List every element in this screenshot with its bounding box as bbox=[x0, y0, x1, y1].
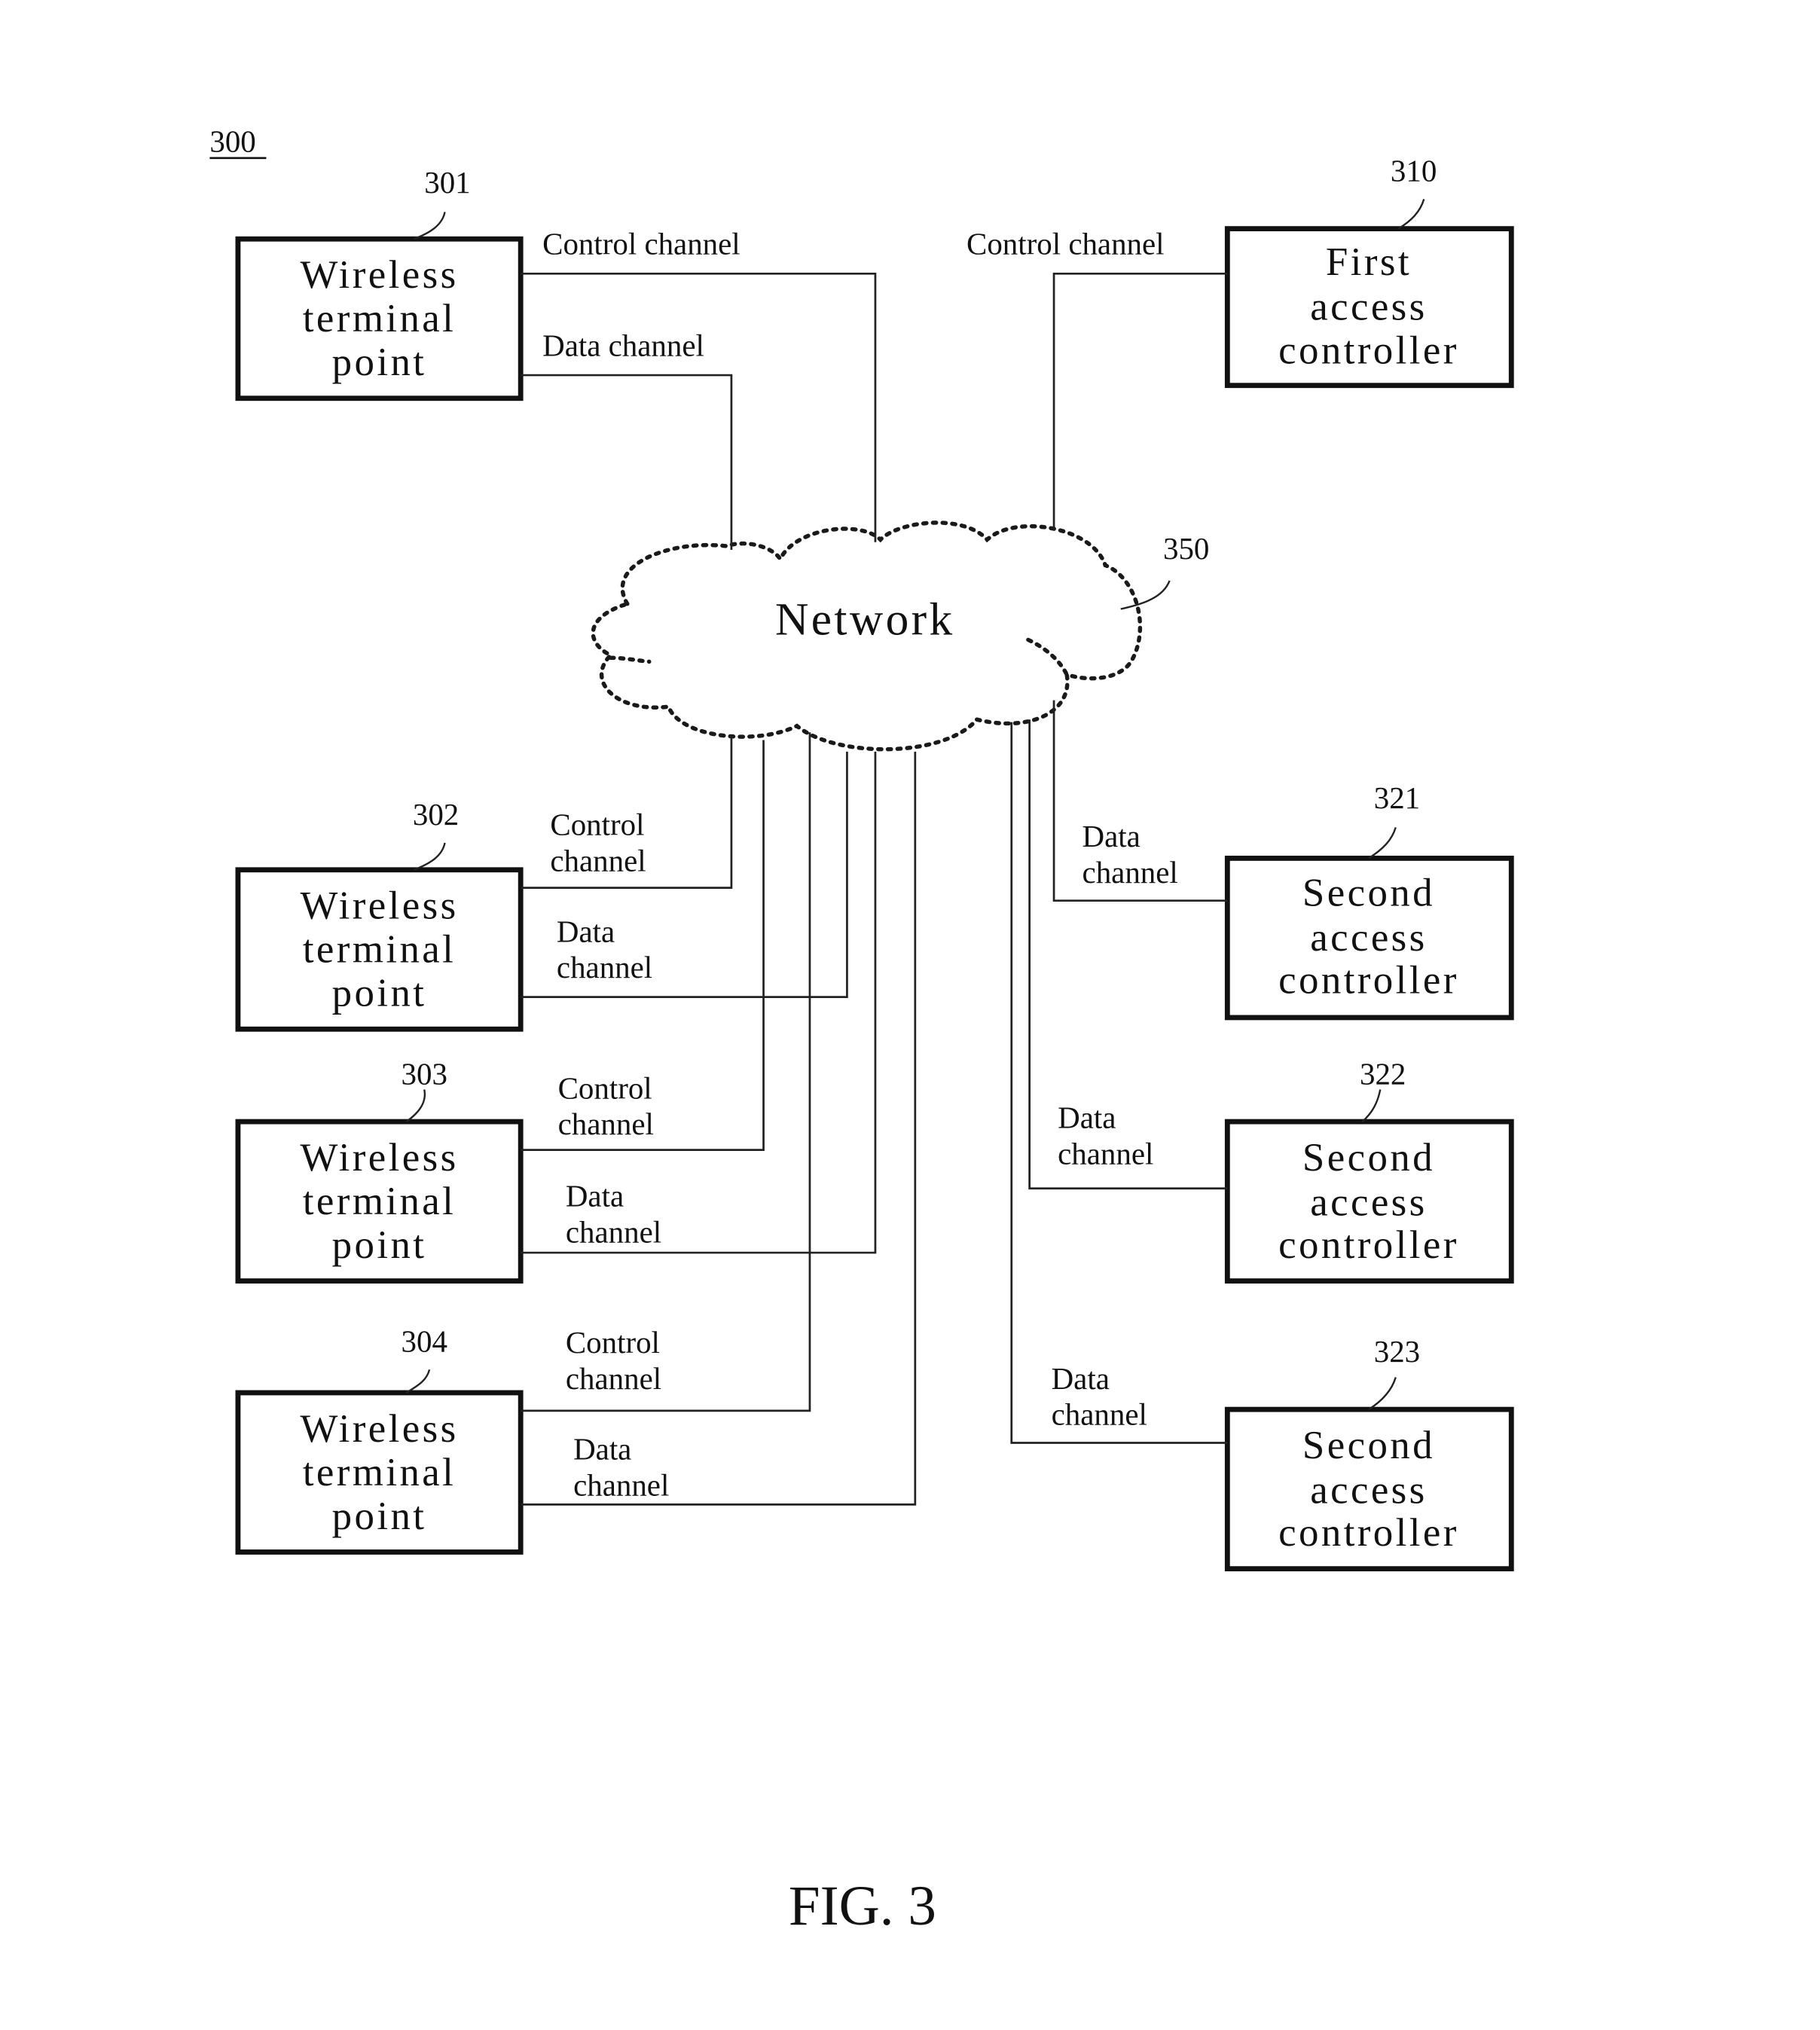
controller-ref-leader bbox=[1397, 199, 1425, 230]
terminal-line-2: terminal bbox=[303, 928, 456, 972]
control-channel-label-2: channel bbox=[550, 844, 646, 878]
terminal-ref: 301 bbox=[424, 166, 470, 200]
control-channel-label: Control channel bbox=[542, 227, 741, 261]
data-channel-label-1: Data bbox=[566, 1180, 624, 1213]
figure-ref: 300 bbox=[209, 124, 267, 160]
terminal-line-3: point bbox=[332, 972, 427, 1015]
wireless-terminal-302: Wireless terminal point 302 Control chan… bbox=[235, 737, 848, 1032]
cloud-inner-curve-left bbox=[608, 655, 652, 664]
cloud-inner-curve bbox=[1026, 637, 1069, 677]
terminal-line-1: Wireless bbox=[300, 253, 458, 297]
data-channel-label-2: channel bbox=[573, 1468, 669, 1502]
data-channel-label: Data channel bbox=[542, 328, 704, 362]
controller-ref: 323 bbox=[1374, 1335, 1420, 1369]
network-ref: 350 bbox=[1163, 532, 1209, 566]
terminal-line-1: Wireless bbox=[300, 884, 458, 928]
data-channel-label-1: Data bbox=[1052, 1362, 1110, 1396]
control-channel-label-2: channel bbox=[558, 1107, 654, 1141]
data-channel-label-2: channel bbox=[1052, 1398, 1147, 1432]
control-channel-label-1: Control bbox=[566, 1326, 660, 1360]
wireless-terminal-301: Wireless terminal point 301 Control chan… bbox=[235, 166, 877, 551]
data-channel-label-2: channel bbox=[566, 1215, 661, 1249]
terminal-ref: 304 bbox=[402, 1324, 447, 1358]
terminal-line-3: point bbox=[332, 1223, 427, 1267]
diagram: 300 Network 350 Wireless terminal point … bbox=[209, 124, 1514, 1937]
terminal-line-3: point bbox=[332, 340, 427, 384]
controller-ref-leader bbox=[1361, 1089, 1382, 1122]
terminal-line-3: point bbox=[332, 1494, 427, 1538]
control-channel-line bbox=[521, 272, 877, 542]
data-channel-label-2: channel bbox=[557, 951, 652, 984]
controller-line-3: controller bbox=[1278, 1511, 1459, 1555]
controller-line-3: controller bbox=[1278, 329, 1459, 373]
terminal-ref-leader bbox=[414, 212, 446, 240]
controller-line-2: access bbox=[1310, 1469, 1427, 1513]
terminal-line-1: Wireless bbox=[300, 1407, 458, 1451]
network-cloud: Network 350 bbox=[591, 520, 1209, 752]
controller-ref-leader bbox=[1368, 827, 1397, 859]
terminal-ref: 302 bbox=[413, 798, 459, 832]
figure-ref-number: 300 bbox=[209, 124, 255, 158]
terminal-ref-leader bbox=[414, 842, 446, 871]
controller-line-1: Second bbox=[1302, 872, 1435, 915]
data-channel-label-1: Data bbox=[1058, 1101, 1116, 1135]
controller-ref: 322 bbox=[1360, 1058, 1406, 1091]
terminal-line-2: terminal bbox=[303, 297, 456, 340]
controller-line-1: Second bbox=[1302, 1424, 1435, 1467]
terminal-ref-leader bbox=[405, 1089, 426, 1123]
controller-ref: 321 bbox=[1374, 781, 1420, 815]
data-channel-label-2: channel bbox=[1058, 1137, 1153, 1171]
data-channel-label-1: Data bbox=[1083, 820, 1141, 853]
terminal-line-2: terminal bbox=[303, 1451, 456, 1494]
data-channel-label-1: Data bbox=[573, 1433, 631, 1467]
controller-ref-leader bbox=[1368, 1377, 1397, 1411]
controller-ref: 310 bbox=[1391, 154, 1437, 188]
first-access-controller-310: First access controller 310 Control chan… bbox=[966, 154, 1514, 530]
controller-line-1: Second bbox=[1302, 1136, 1435, 1180]
controller-line-3: controller bbox=[1278, 1223, 1459, 1267]
terminal-ref-leader bbox=[405, 1369, 431, 1394]
controller-line-2: access bbox=[1310, 916, 1427, 960]
controller-line-2: access bbox=[1310, 1181, 1427, 1225]
data-channel-label-2: channel bbox=[1083, 856, 1178, 890]
terminal-ref: 303 bbox=[402, 1058, 447, 1091]
network-label: Network bbox=[775, 594, 955, 646]
controller-line-1: First bbox=[1326, 240, 1412, 284]
terminal-line-1: Wireless bbox=[300, 1136, 458, 1180]
second-access-controller-321: Second access controller 321 Data channe… bbox=[1052, 700, 1514, 1021]
data-channel-line bbox=[521, 374, 733, 551]
terminal-line-2: terminal bbox=[303, 1180, 456, 1223]
figure-caption: FIG. 3 bbox=[789, 1875, 936, 1937]
data-channel-label-1: Data bbox=[557, 914, 615, 948]
control-channel-label-2: channel bbox=[566, 1362, 661, 1396]
controller-line-2: access bbox=[1310, 285, 1427, 329]
control-channel-label: Control channel bbox=[966, 227, 1165, 261]
controller-line-3: controller bbox=[1278, 959, 1459, 1003]
control-channel-line bbox=[1052, 272, 1228, 530]
control-channel-label-1: Control bbox=[550, 808, 644, 842]
control-channel-label-1: Control bbox=[558, 1071, 652, 1105]
